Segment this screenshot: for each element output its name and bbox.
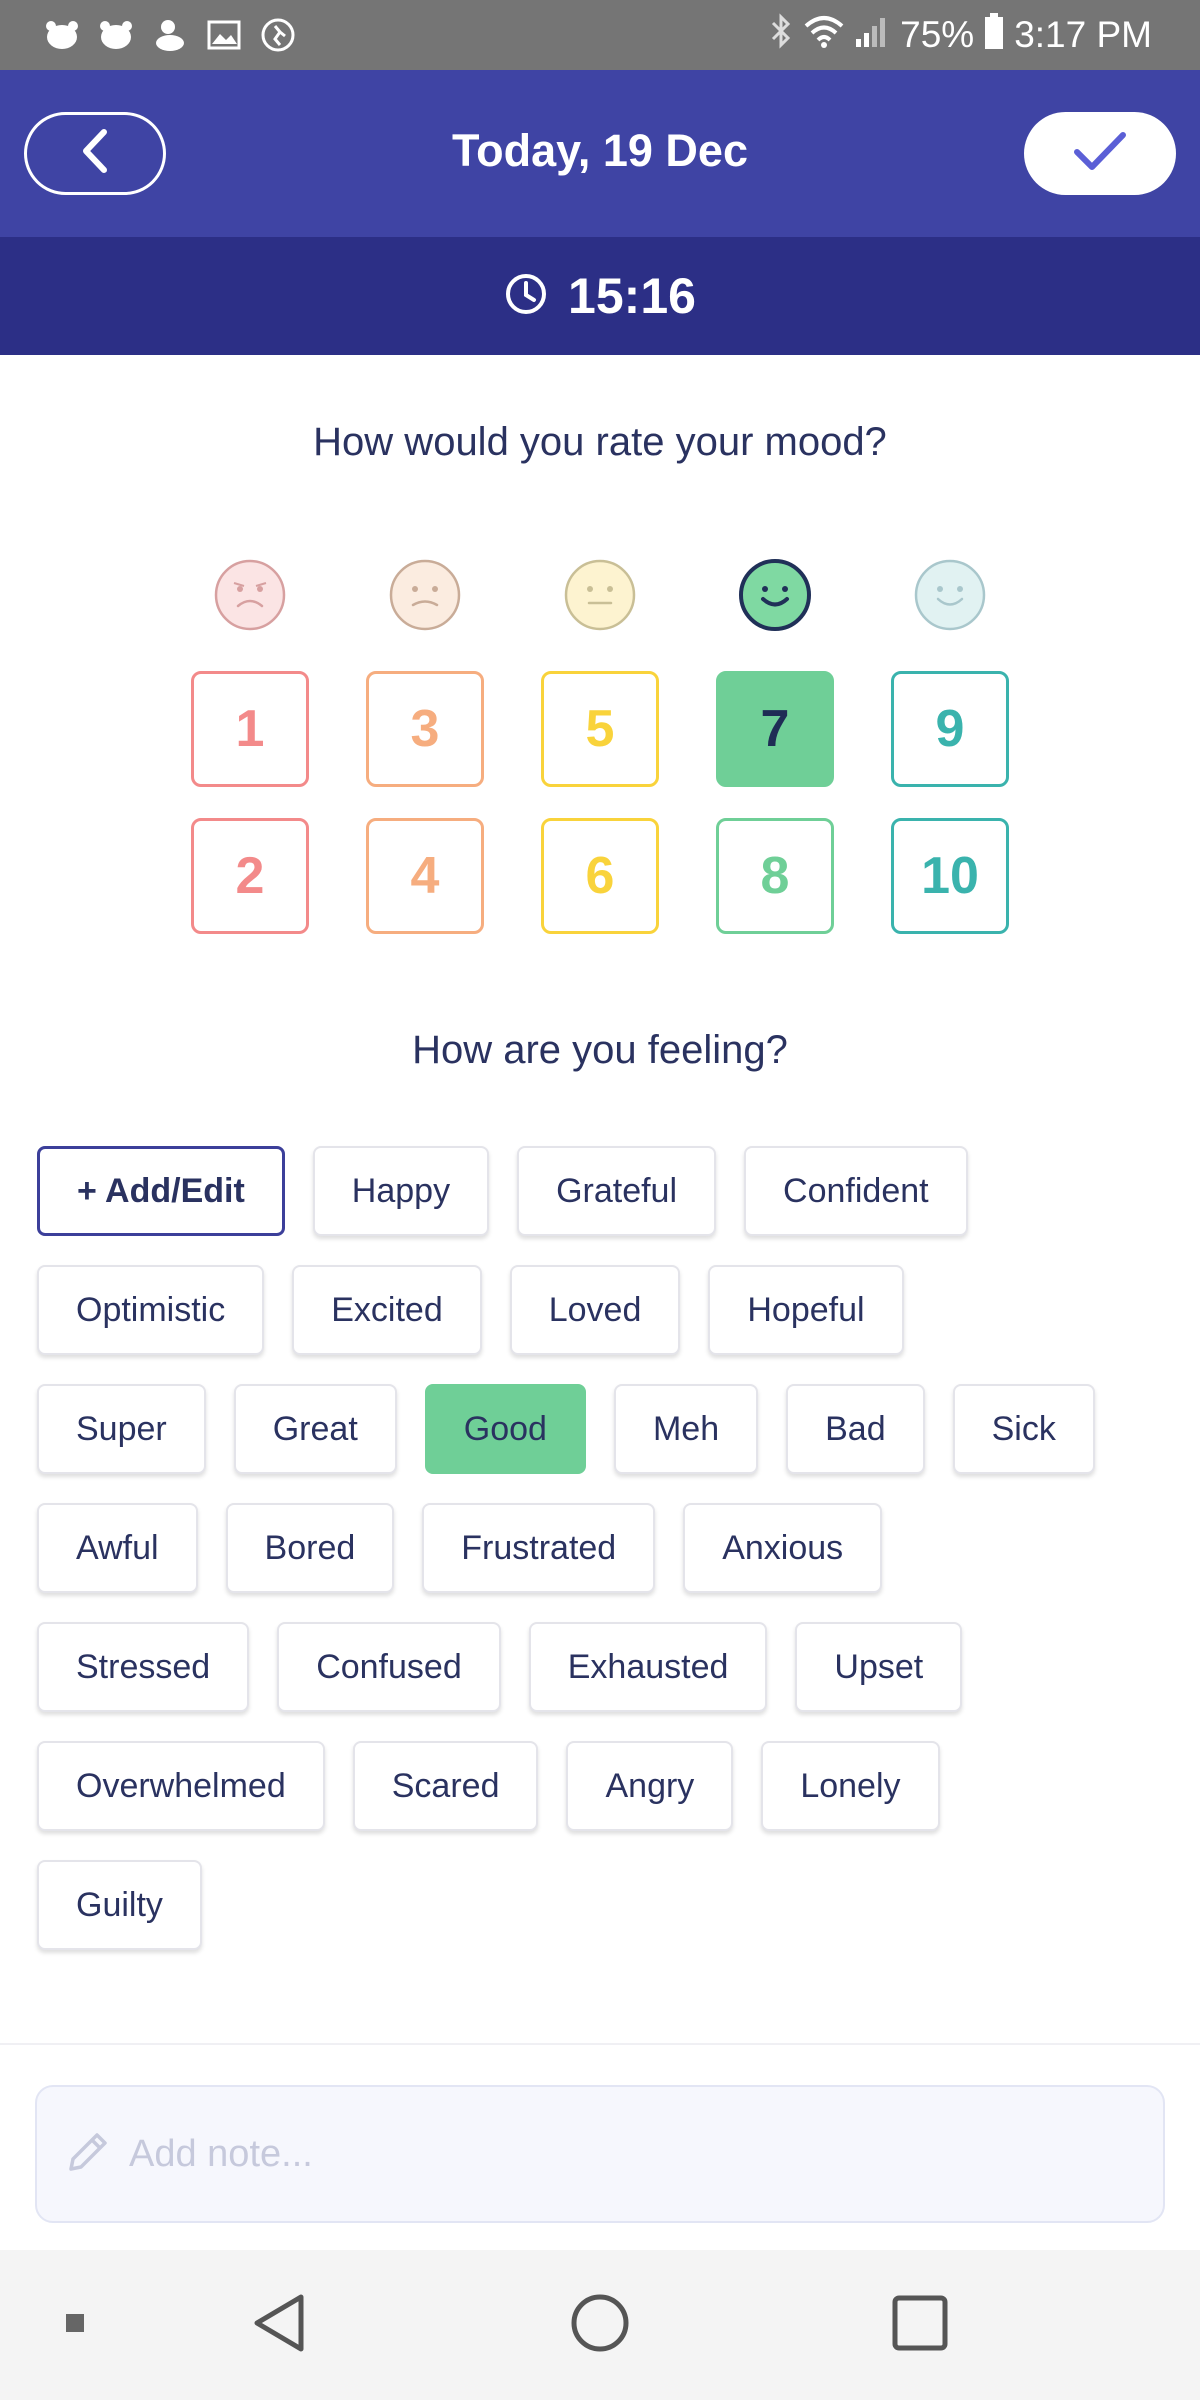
status-bar: 75% 3:17 PM — [0, 0, 1200, 70]
feeling-chip-anxious[interactable]: Anxious — [683, 1503, 883, 1593]
feeling-chip-loved[interactable]: Loved — [509, 1265, 681, 1355]
feeling-chip-stressed[interactable]: Stressed — [37, 1622, 250, 1712]
feeling-chip-scared[interactable]: Scared — [352, 1741, 539, 1831]
feeling-chip-bored[interactable]: Bored — [225, 1503, 395, 1593]
rating-4-button[interactable]: 4 — [366, 818, 484, 934]
save-button[interactable] — [1024, 112, 1176, 195]
smiling-face-icon — [738, 558, 812, 632]
neutral-face-icon — [563, 558, 637, 632]
rating-5-button[interactable]: 5 — [541, 671, 659, 787]
clock-icon — [504, 272, 548, 321]
feeling-chip-confident[interactable]: Confident — [744, 1146, 968, 1236]
rating-9-button[interactable]: 9 — [891, 671, 1009, 787]
feeling-chip-angry[interactable]: Angry — [566, 1741, 734, 1831]
feeling-chip-overwhelmed[interactable]: Overwhelmed — [37, 1741, 325, 1831]
feeling-chip-optimistic[interactable]: Optimistic — [37, 1265, 265, 1355]
feeling-chip-guilty[interactable]: Guilty — [37, 1860, 202, 1950]
feeling-chip-upset[interactable]: Upset — [795, 1622, 963, 1712]
duck-app-icon — [152, 17, 188, 53]
wifi-icon — [804, 14, 844, 57]
feelings-chip-list: + Add/Edit Happy Grateful Confident Optimist… — [37, 1146, 1167, 1979]
circle-home-icon — [570, 2293, 630, 2358]
feeling-chip-awful[interactable]: Awful — [37, 1503, 198, 1593]
feeling-chip-great[interactable]: Great — [233, 1384, 397, 1474]
feeling-chip-super[interactable]: Super — [37, 1384, 206, 1474]
rating-3-button[interactable]: 3 — [366, 671, 484, 787]
app-header: Today, 19 Dec — [0, 70, 1200, 237]
battery-icon — [984, 12, 1004, 58]
feeling-chip-sick[interactable]: Sick — [952, 1384, 1095, 1474]
system-status: 75% 3:17 PM — [768, 12, 1152, 58]
square-recents-icon — [891, 2294, 949, 2357]
mood-question: How would you rate your mood? — [313, 420, 887, 464]
nav-back-button[interactable] — [230, 2250, 330, 2400]
checkmark-icon — [1073, 130, 1127, 177]
signal-icon — [854, 14, 890, 56]
pencil-icon — [63, 2127, 113, 2182]
battery-percent: 75% — [900, 14, 975, 55]
mood-rating-grid: 1 2 3 4 5 6 7 8 9 10 — [0, 671, 1200, 936]
sad-face-icon — [388, 558, 462, 632]
chip-row: Super Great Good Meh Bad Sick — [37, 1384, 1167, 1474]
rating-10-button[interactable]: 10 — [891, 818, 1009, 934]
chip-row: Overwhelmed Scared Angry Lonely — [37, 1741, 1167, 1831]
image-icon — [206, 17, 242, 53]
note-field[interactable] — [35, 2085, 1165, 2223]
feeling-chip-hopeful[interactable]: Hopeful — [708, 1265, 904, 1355]
chip-row: + Add/Edit Happy Grateful Confident — [37, 1146, 1167, 1236]
feeling-chip-grateful[interactable]: Grateful — [517, 1146, 717, 1236]
bear-app-icon — [44, 17, 80, 53]
feeling-chip-happy[interactable]: Happy — [312, 1146, 490, 1236]
activity-icon — [260, 17, 296, 53]
bear-app-icon — [98, 17, 134, 53]
chip-row: Guilty — [37, 1860, 1167, 1950]
feeling-chip-lonely[interactable]: Lonely — [761, 1741, 940, 1831]
rating-7-button[interactable]: 7 — [716, 671, 834, 787]
notification-icons — [44, 17, 296, 53]
bluetooth-icon — [768, 12, 794, 58]
nav-home-button[interactable] — [550, 2250, 650, 2400]
feeling-chip-exhausted[interactable]: Exhausted — [528, 1622, 768, 1712]
very-sad-face-icon — [213, 558, 287, 632]
square-dot-icon — [66, 2313, 84, 2337]
entry-time: 15:16 — [568, 268, 696, 324]
page-title: Today, 19 Dec — [452, 125, 748, 176]
feeling-chip-meh[interactable]: Meh — [613, 1384, 759, 1474]
clock-time: 3:17 PM — [1014, 14, 1152, 55]
rating-6-button[interactable]: 6 — [541, 818, 659, 934]
mood-faces — [0, 558, 1200, 634]
feeling-chip-bad[interactable]: Bad — [786, 1384, 925, 1474]
chip-row: Stressed Confused Exhausted Upset — [37, 1622, 1167, 1712]
note-section — [0, 2043, 1200, 2250]
nav-dot-button[interactable] — [40, 2250, 110, 2400]
time-selector[interactable]: 15:16 — [0, 237, 1200, 355]
happy-face-icon — [913, 558, 987, 632]
chip-row: Optimistic Excited Loved Hopeful — [37, 1265, 1167, 1355]
system-nav-bar — [0, 2250, 1200, 2400]
add-edit-feelings-button[interactable]: + Add/Edit — [37, 1146, 285, 1236]
feeling-chip-confused[interactable]: Confused — [277, 1622, 501, 1712]
feeling-chip-excited[interactable]: Excited — [292, 1265, 482, 1355]
rating-8-button[interactable]: 8 — [716, 818, 834, 934]
feelings-question: How are you feeling? — [412, 1028, 788, 1072]
note-input[interactable] — [129, 2132, 1129, 2176]
feeling-chip-frustrated[interactable]: Frustrated — [422, 1503, 656, 1593]
rating-2-button[interactable]: 2 — [191, 818, 309, 934]
nav-recents-button[interactable] — [870, 2250, 970, 2400]
chip-row: Awful Bored Frustrated Anxious — [37, 1503, 1167, 1593]
rating-1-button[interactable]: 1 — [191, 671, 309, 787]
triangle-back-icon — [251, 2292, 309, 2359]
feeling-chip-good[interactable]: Good — [424, 1384, 586, 1474]
